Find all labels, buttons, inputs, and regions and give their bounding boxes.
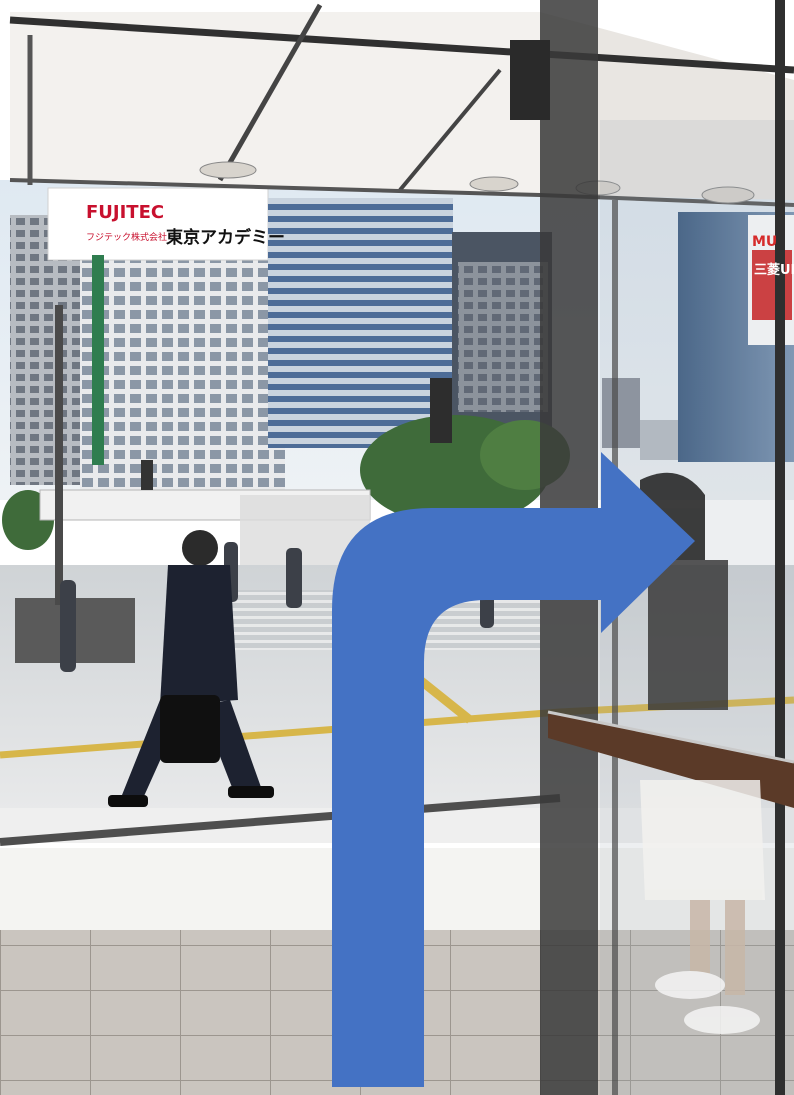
- fujitec-sub-sign: フジテック株式会社: [86, 231, 167, 243]
- mufg-sign-bottom: 三菱UF: [754, 262, 794, 278]
- photo-canvas: FUJITEC フジテック株式会社 東京アカデミー MU 三菱UF: [0, 0, 794, 1095]
- traffic-signal: [430, 378, 452, 443]
- academy-sign: 東京アカデミー: [166, 227, 285, 248]
- mufg-sign-top: MU: [752, 234, 777, 250]
- street-pole: [55, 305, 63, 605]
- photo-scene: FUJITEC フジテック株式会社 東京アカデミー MU 三菱UF: [0, 0, 794, 1095]
- blue-office-building: [268, 198, 453, 448]
- briefcase: [160, 695, 220, 763]
- fujitec-sign: FUJITEC: [86, 202, 164, 223]
